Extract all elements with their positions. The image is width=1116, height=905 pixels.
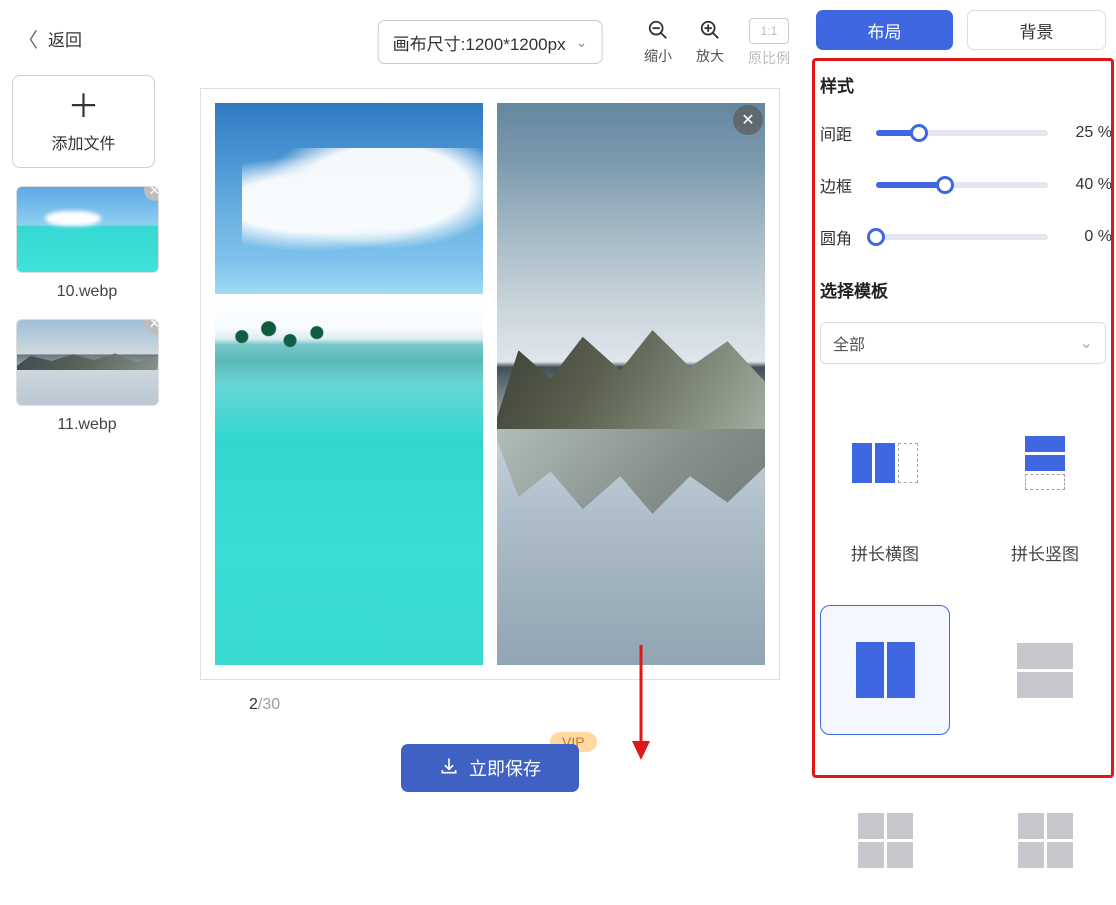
tab-layout[interactable]: 布局 — [816, 10, 953, 50]
canvas-size-label: 画布尺寸:1200*1200px — [393, 30, 566, 55]
border-label: 边框 — [820, 173, 860, 197]
zoom-in-label: 放大 — [696, 46, 724, 66]
canvas-size-select[interactable]: 画布尺寸:1200*1200px ⌄ — [378, 20, 603, 64]
template-filter-value: 全部 — [833, 331, 865, 355]
add-file-button[interactable]: ＋ 添加文件 — [12, 75, 155, 168]
zoom-out-label: 缩小 — [644, 46, 672, 66]
template-label: 拼长横图 — [851, 540, 919, 565]
template-quad-b[interactable] — [980, 775, 1110, 905]
canvas-frame[interactable]: ✕ — [201, 89, 779, 679]
zoom-out-button[interactable]: 缩小 — [644, 18, 672, 66]
template-section-title: 选择模板 — [820, 277, 1116, 302]
save-button[interactable]: 立即保存 — [401, 744, 579, 792]
template-quad-a[interactable] — [820, 775, 950, 905]
spacing-value: 25 % — [1064, 124, 1116, 142]
thumbnail-1-remove[interactable]: ✕ — [144, 186, 159, 201]
tab-background[interactable]: 背景 — [967, 10, 1106, 50]
chevron-down-icon: ⌄ — [576, 34, 588, 51]
canvas-image-1[interactable] — [215, 103, 483, 665]
radius-value: 0 % — [1064, 228, 1116, 246]
template-2row[interactable] — [980, 605, 1110, 735]
back-label: 返回 — [48, 26, 82, 51]
page-counter: 2/30 — [249, 696, 280, 714]
canvas-image-2[interactable] — [497, 103, 765, 665]
back-button[interactable]: 〈 返回 — [18, 24, 162, 53]
template-filter-select[interactable]: 全部 ⌄ — [820, 322, 1106, 364]
thumbnail-1-name: 10.webp — [57, 283, 118, 301]
chevron-down-icon: ⌄ — [1080, 333, 1093, 353]
template-long-horizontal[interactable]: 拼长横图 — [820, 398, 950, 565]
download-icon — [439, 756, 459, 781]
spacing-label: 间距 — [820, 121, 860, 145]
radius-slider[interactable] — [876, 234, 1048, 240]
annotation-arrow — [626, 645, 656, 770]
thumbnail-2-name: 11.webp — [57, 416, 116, 434]
thumbnail-2[interactable]: ✕ — [16, 319, 159, 406]
add-file-label: 添加文件 — [51, 130, 115, 154]
plus-icon: ＋ — [67, 90, 99, 122]
ratio-icon: 1:1 — [749, 18, 789, 44]
template-2col-selected[interactable] — [820, 605, 950, 735]
radius-label: 圆角 — [820, 225, 860, 249]
template-label: 拼长竖图 — [1011, 540, 1079, 565]
border-value: 40 % — [1064, 176, 1116, 194]
zoom-in-icon — [698, 18, 722, 42]
style-section-title: 样式 — [820, 72, 1116, 97]
thumbnail-2-remove[interactable]: ✕ — [144, 319, 159, 334]
template-long-vertical[interactable]: 拼长竖图 — [980, 398, 1110, 565]
thumbnail-1[interactable]: ✕ — [16, 186, 159, 273]
zoom-out-icon — [646, 18, 670, 42]
chevron-left-icon: 〈 — [18, 24, 38, 53]
save-button-label: 立即保存 — [469, 755, 541, 781]
zoom-in-button[interactable]: 放大 — [696, 18, 724, 66]
border-slider[interactable] — [876, 182, 1048, 188]
canvas-close-button[interactable]: ✕ — [733, 105, 763, 135]
original-ratio-button[interactable]: 1:1 原比例 — [748, 18, 790, 68]
spacing-slider[interactable] — [876, 130, 1048, 136]
